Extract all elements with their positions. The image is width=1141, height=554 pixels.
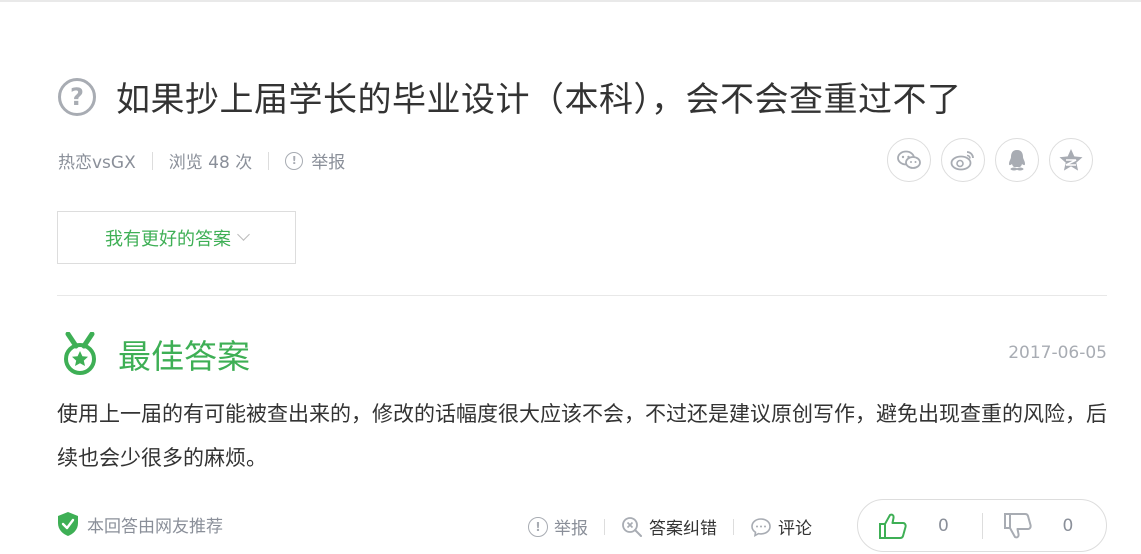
- correct-answer-button[interactable]: 答案纠错: [621, 514, 717, 539]
- qq-icon: [1009, 150, 1025, 171]
- share-bar: [887, 138, 1093, 182]
- medal-icon: [64, 332, 96, 375]
- divider: [151, 151, 153, 170]
- report-question-button[interactable]: ! 举报: [285, 148, 345, 173]
- better-answer-button[interactable]: 我有更好的答案: [57, 211, 296, 264]
- vote-box: 0 0: [857, 499, 1107, 552]
- correct-answer-label: 答案纠错: [649, 519, 717, 539]
- divider: [268, 151, 270, 170]
- section-divider: [57, 295, 1107, 296]
- comment-icon: [751, 517, 771, 537]
- best-answer-header: 最佳答案: [62, 330, 250, 378]
- divider: [733, 518, 734, 535]
- question-title: 如果抄上届学长的毕业设计（本科），会不会查重过不了: [116, 80, 962, 120]
- question-header: ? 如果抄上届学长的毕业设计（本科），会不会查重过不了: [58, 72, 962, 121]
- question-mark-icon: ?: [58, 77, 96, 116]
- magnifier-x-icon: [622, 516, 642, 537]
- wechat-icon: [897, 150, 921, 169]
- thumbs-down-icon: [1003, 512, 1032, 538]
- exclamation-icon: !: [285, 151, 304, 170]
- top-border: [0, 0, 1141, 2]
- report-answer-label: 举报: [554, 519, 588, 539]
- thumbs-up-icon: [879, 513, 907, 539]
- comment-label: 评论: [778, 519, 812, 539]
- exclamation-icon: !: [528, 516, 548, 537]
- recommend-note: 本回答由网友推荐: [57, 511, 223, 537]
- author-link[interactable]: 热恋vsGX: [58, 148, 136, 173]
- report-answer-button[interactable]: ! 举报: [528, 514, 588, 539]
- share-qq-button[interactable]: [995, 138, 1039, 182]
- best-answer-label: 最佳答案: [118, 337, 250, 376]
- dislike-button[interactable]: 0: [983, 512, 1107, 540]
- answer-content: 使用上一届的有可能被查出来的，修改的话幅度很大应该不会，不过还是建议原创写作，避…: [57, 402, 1107, 470]
- answer-date: 2017-06-05: [1008, 343, 1107, 363]
- share-qzone-button[interactable]: [1049, 138, 1093, 182]
- better-answer-label: 我有更好的答案: [105, 228, 231, 250]
- comment-button[interactable]: 评论: [750, 514, 812, 539]
- view-count: 浏览 48 次: [168, 153, 253, 173]
- shield-check-icon: [58, 512, 78, 536]
- like-count: 0: [938, 515, 949, 536]
- recommend-note-text: 本回答由网友推荐: [87, 516, 223, 537]
- share-wechat-button[interactable]: [887, 138, 931, 182]
- dislike-count: 0: [1062, 515, 1074, 536]
- divider: [604, 518, 605, 535]
- question-meta: 热恋vsGX 浏览 48 次 ! 举报: [58, 148, 345, 173]
- share-weibo-button[interactable]: [941, 138, 985, 182]
- like-button[interactable]: 0: [858, 512, 982, 540]
- answer-actions: ! 举报 答案纠错 评论: [528, 514, 812, 539]
- chevron-down-icon: [237, 228, 250, 241]
- qzone-icon: [1059, 149, 1083, 171]
- weibo-icon: [950, 151, 974, 171]
- report-label: 举报: [311, 153, 346, 173]
